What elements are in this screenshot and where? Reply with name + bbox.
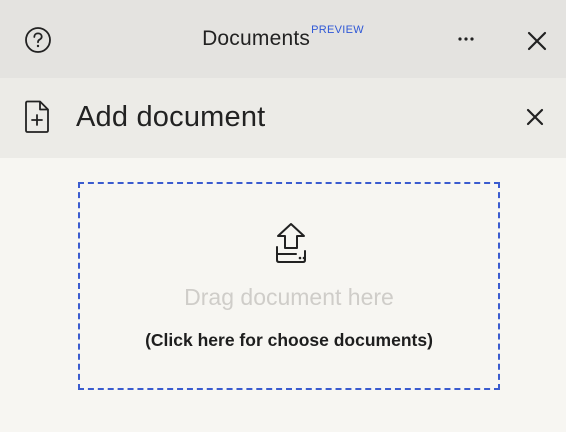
upload-tray-icon — [276, 223, 306, 263]
title-text: Documents — [202, 27, 311, 50]
close-window-button[interactable] — [524, 28, 550, 54]
drag-hint-text: Drag document here — [184, 284, 394, 310]
help-button[interactable] — [24, 26, 52, 54]
top-bar: Documents PREVIEW — [0, 0, 566, 78]
window-title: Documents PREVIEW — [0, 0, 566, 78]
document-dropzone[interactable]: Drag document here (Click here for choos… — [78, 182, 500, 390]
ellipsis-horizontal-icon — [458, 37, 474, 41]
panel-title: Add document — [76, 101, 266, 133]
close-panel-button[interactable] — [522, 104, 548, 130]
close-icon — [527, 31, 547, 51]
more-options-button[interactable] — [452, 27, 480, 51]
choose-documents-link[interactable]: (Click here for choose documents) — [80, 330, 498, 351]
panel-header: Add document — [0, 78, 566, 158]
close-icon — [526, 108, 544, 126]
question-circle-icon — [25, 27, 51, 53]
preview-badge: PREVIEW — [311, 24, 364, 36]
document-add-icon — [25, 100, 49, 133]
